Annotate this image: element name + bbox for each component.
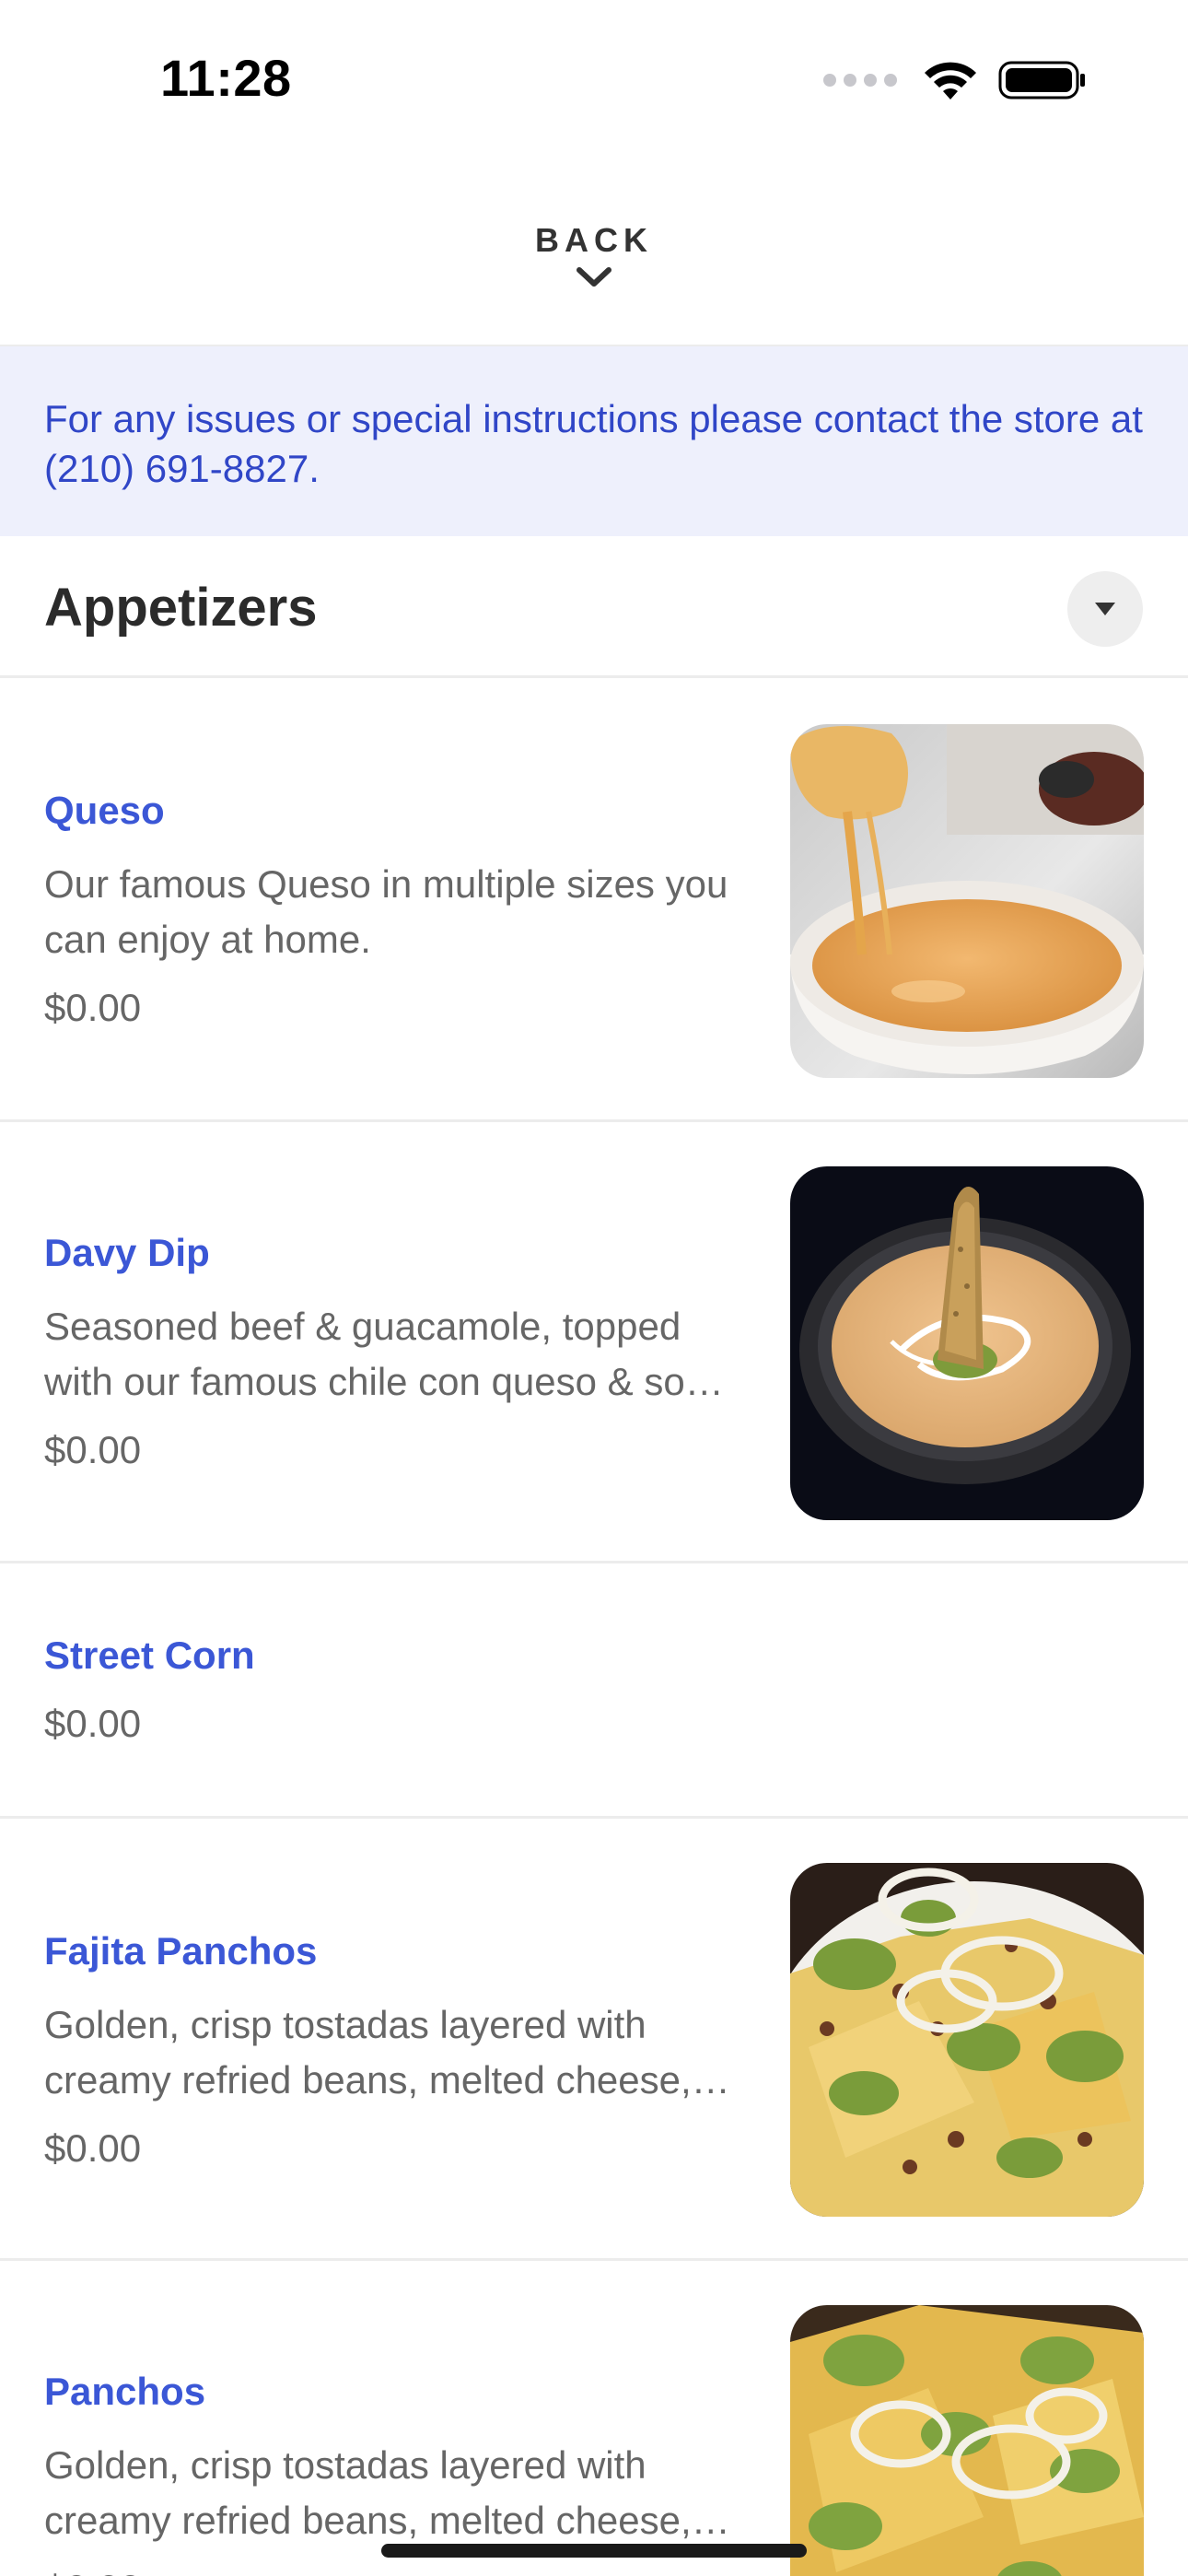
item-price: $0.00	[44, 986, 142, 1029]
caret-down-icon	[1095, 603, 1115, 615]
back-header: BACK	[0, 157, 1188, 346]
item-name: Street Corn	[44, 1633, 255, 1677]
notice-text: For any issues or special instructions p…	[44, 397, 1143, 490]
item-name: Fajita Panchos	[44, 1929, 318, 1973]
item-price: $0.00	[44, 2126, 142, 2170]
battery-icon	[998, 61, 1085, 100]
contact-notice-banner: For any issues or special instructions p…	[0, 346, 1188, 536]
fajita-panchos-photo	[790, 1863, 1144, 2217]
item-price: $0.00	[44, 2567, 141, 2576]
item-price: $0.00	[44, 1702, 142, 1745]
menu-item-panchos[interactable]: Panchos Golden, crisp tostadas layered w…	[0, 2261, 1188, 2576]
status-time: 11:28	[160, 49, 292, 107]
category-collapse-button[interactable]	[1067, 571, 1143, 647]
status-bar: 11:28	[0, 0, 1188, 157]
menu-item-queso[interactable]: Queso Our famous Queso in multiple sizes…	[0, 678, 1188, 1122]
item-name: Queso	[44, 789, 165, 832]
menu-page: 11:28 BACK For any issues or special ins…	[0, 0, 1188, 2576]
queso-photo	[790, 724, 1144, 1078]
item-description: Golden, crisp tostadas layered with crea…	[44, 2003, 692, 2102]
panchos-photo	[790, 2305, 1144, 2576]
wifi-icon	[925, 62, 976, 100]
category-title: Appetizers	[44, 578, 318, 638]
menu-item-davy-dip[interactable]: Davy Dip Seasoned beef & guacamole, topp…	[0, 1122, 1188, 1563]
status-icons	[823, 57, 1087, 103]
item-description: Seasoned beef & guacamole, topped with o…	[44, 1305, 720, 1403]
category-header[interactable]: Appetizers	[0, 536, 1188, 678]
back-label: BACK	[535, 221, 653, 259]
menu-item-street-corn[interactable]: Street Corn $0.00	[0, 1563, 1188, 1819]
item-description: Our famous Queso in multiple sizes you c…	[44, 862, 728, 961]
item-price: $0.00	[44, 1428, 142, 1471]
item-name: Panchos	[44, 2370, 206, 2413]
home-indicator[interactable]	[381, 2544, 807, 2558]
item-description: Golden, crisp tostadas layered with crea…	[44, 2443, 692, 2542]
back-button[interactable]: BACK	[502, 221, 686, 322]
item-name: Davy Dip	[44, 1231, 210, 1274]
davy-dip-photo	[790, 1166, 1144, 1520]
cellular-signal-icon	[823, 74, 897, 87]
menu-item-fajita-panchos[interactable]: Fajita Panchos Golden, crisp tostadas la…	[0, 1819, 1188, 2261]
chevron-down-icon	[577, 267, 611, 287]
